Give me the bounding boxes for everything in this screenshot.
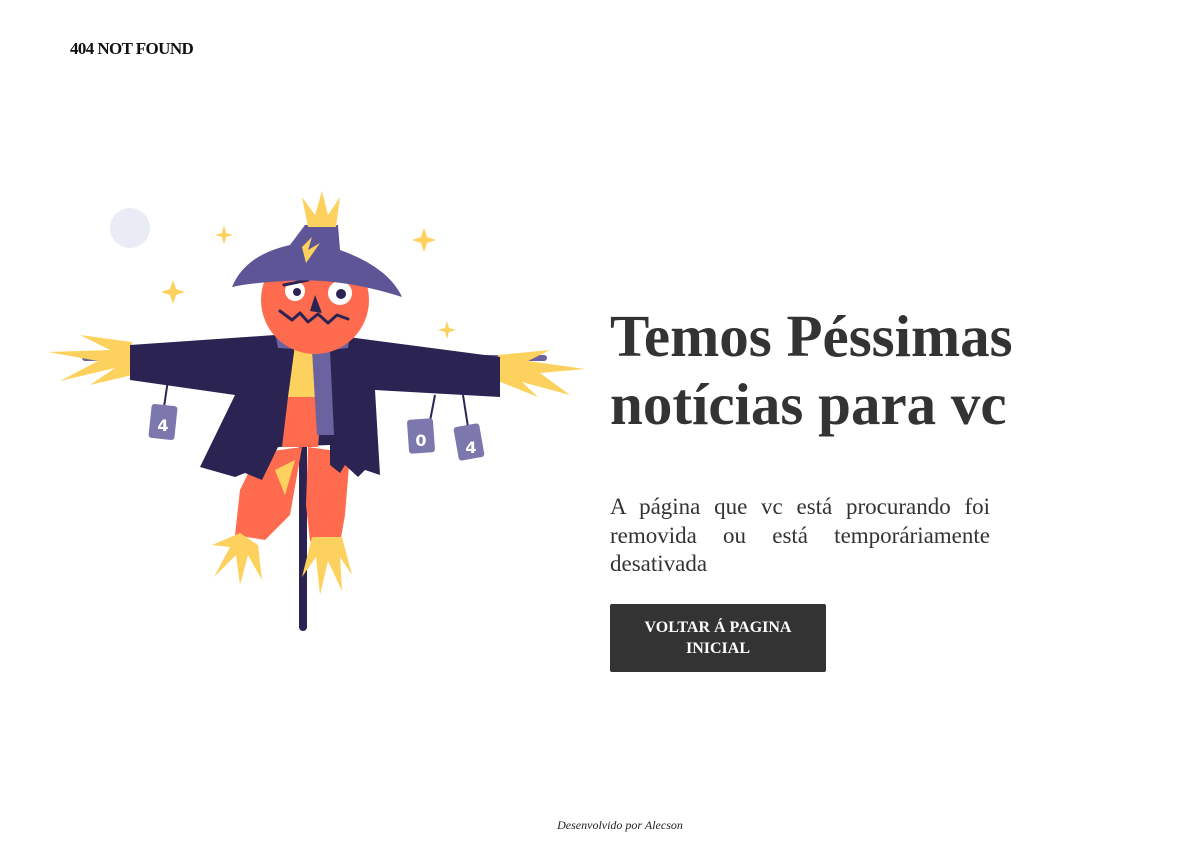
- pole: [299, 435, 307, 631]
- left-foot-straw: [212, 533, 262, 585]
- moon-icon: [110, 208, 150, 248]
- can-0: 0: [407, 418, 435, 454]
- right-foot-straw: [302, 537, 352, 595]
- sparkle-icon: [412, 228, 436, 252]
- page-headline: Temos Péssimas notícias para vc: [610, 303, 1013, 437]
- sparkle-icon: [215, 225, 233, 245]
- svg-text:4: 4: [157, 416, 168, 435]
- footer-credit: Desenvolvido por Alecson: [557, 818, 683, 832]
- svg-text:0: 0: [415, 431, 426, 450]
- error-content: Temos Péssimas notícias para vc A página…: [610, 302, 1013, 672]
- hat-straw: [302, 191, 340, 227]
- can-4-left: 4: [148, 404, 178, 440]
- can-4-right: 4: [453, 423, 485, 461]
- site-logo[interactable]: 404 NOT FOUND: [70, 39, 194, 59]
- sparkle-icon: [161, 280, 185, 304]
- svg-text:4: 4: [465, 438, 476, 457]
- back-to-home-button[interactable]: VOLTAR Á PAGINA INICIAL: [610, 603, 826, 672]
- scarecrow-illustration: 4 0 4: [40, 185, 590, 640]
- error-message: A página que vc está procurando foi remo…: [610, 494, 990, 576]
- sparkle-icon: [438, 321, 456, 339]
